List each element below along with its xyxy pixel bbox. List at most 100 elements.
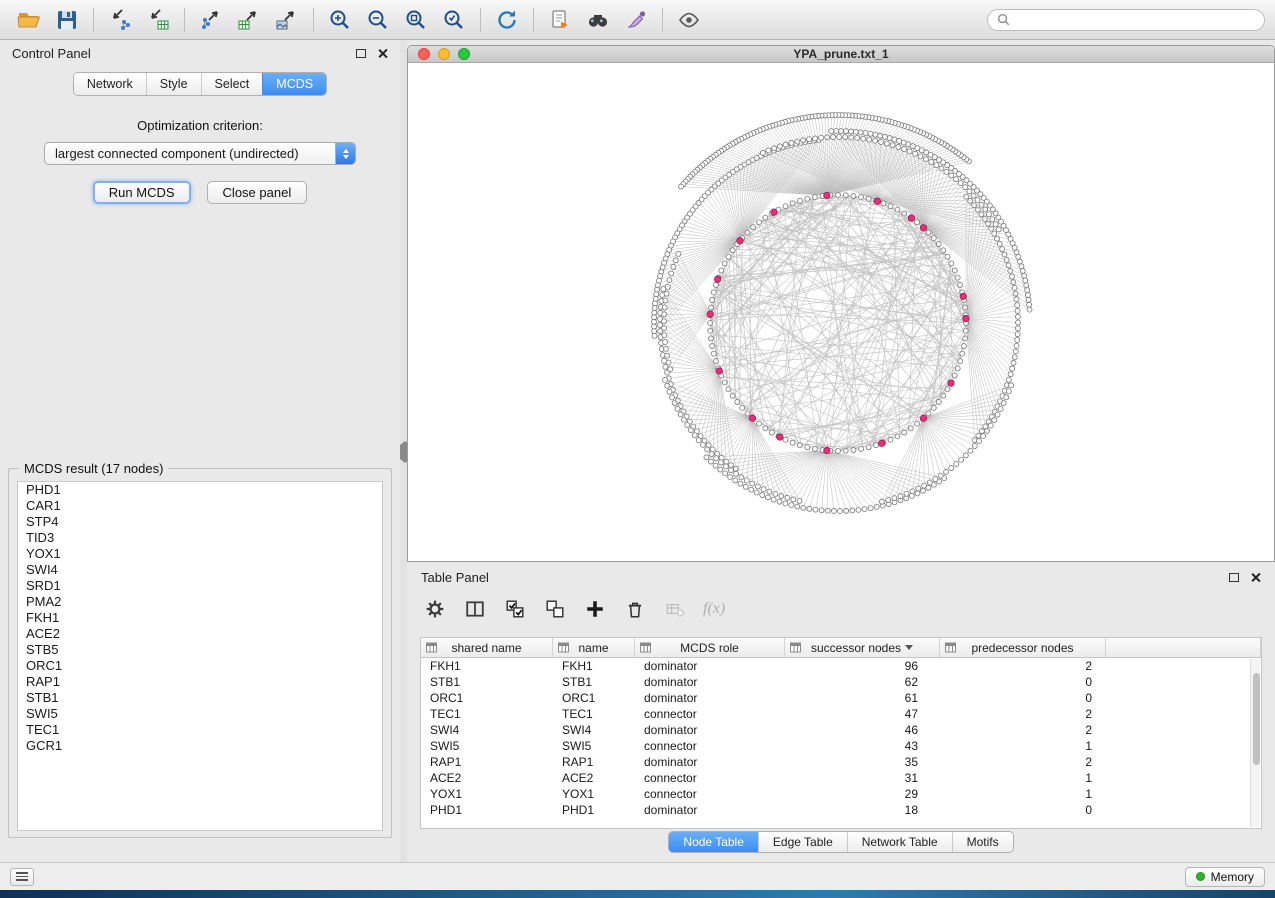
memory-label: Memory	[1211, 870, 1254, 884]
attribute-grid-icon	[426, 642, 437, 653]
columns-icon	[465, 599, 485, 619]
tab-mcds[interactable]: MCDS	[262, 73, 326, 95]
select-all-button[interactable]	[503, 597, 527, 621]
criterion-dropdown[interactable]: largest connected component (undirected)	[44, 142, 356, 165]
mcds-result-item[interactable]: SWI4	[18, 562, 382, 578]
close-table-panel-icon[interactable]	[1250, 572, 1261, 583]
mcds-result-item[interactable]: ACE2	[18, 626, 382, 642]
zoom-fit-button[interactable]	[397, 4, 435, 36]
tab-style[interactable]: Style	[146, 73, 201, 95]
show-columns-button[interactable]	[463, 597, 487, 621]
export-table-button[interactable]	[230, 4, 268, 36]
table-toolbar: f(x)	[407, 589, 1275, 629]
control-panel-tabs: Network Style Select MCDS	[0, 72, 400, 96]
import-table-button[interactable]	[139, 4, 177, 36]
select-all-icon	[505, 599, 525, 619]
mcds-result-item[interactable]: PHD1	[18, 482, 382, 498]
table-row[interactable]: ACE2 ACE2 connector 31 1	[421, 770, 1261, 786]
memory-button[interactable]: Memory	[1185, 867, 1265, 887]
zoom-fit-icon	[404, 8, 428, 32]
apply-style-button[interactable]	[617, 4, 655, 36]
table-row[interactable]: YOX1 YOX1 connector 29 1	[421, 786, 1261, 802]
gear-icon	[425, 599, 445, 619]
tab-select[interactable]: Select	[201, 73, 263, 95]
search-box[interactable]	[987, 9, 1265, 31]
close-panel-button[interactable]: Close panel	[207, 181, 308, 204]
memory-status-icon	[1196, 872, 1205, 881]
mcds-result-item[interactable]: CAR1	[18, 498, 382, 514]
tab-network-table[interactable]: Network Table	[847, 832, 952, 852]
mcds-result-group: MCDS result (17 nodes) PHD1CAR1STP4TID3Y…	[8, 468, 392, 838]
float-panel-icon[interactable]	[356, 49, 366, 58]
search-input[interactable]	[1016, 13, 1255, 27]
mcds-result-item[interactable]: ORC1	[18, 658, 382, 674]
show-graphics-details-button[interactable]	[670, 4, 708, 36]
column-header-successor-nodes[interactable]: successor nodes	[785, 638, 940, 657]
mcds-result-item[interactable]: RAP1	[18, 674, 382, 690]
mcds-result-item[interactable]: STB5	[18, 642, 382, 658]
add-column-button[interactable]	[583, 597, 607, 621]
table-settings-button[interactable]	[423, 597, 447, 621]
style-brush-icon	[624, 8, 648, 32]
refresh-view-button[interactable]	[488, 4, 526, 36]
open-file-button[interactable]	[10, 4, 48, 36]
network-svg	[408, 63, 1274, 561]
table-row[interactable]: PHD1 PHD1 dominator 18 0	[421, 802, 1261, 818]
mcds-result-item[interactable]: STB1	[18, 690, 382, 706]
mcds-result-item[interactable]: SWI5	[18, 706, 382, 722]
mcds-result-item[interactable]: GCR1	[18, 738, 382, 754]
search-objects-button[interactable]	[579, 4, 617, 36]
table-row[interactable]: RAP1 RAP1 dominator 35 2	[421, 754, 1261, 770]
column-header-predecessor-nodes[interactable]: predecessor nodes	[940, 638, 1106, 657]
trash-icon	[625, 599, 645, 619]
scrollbar-thumb[interactable]	[1253, 673, 1260, 765]
network-window-titlebar[interactable]: YPA_prune.txt_1	[408, 46, 1274, 63]
column-header-mcds-role[interactable]: MCDS role	[635, 638, 785, 657]
task-history-button[interactable]	[10, 868, 34, 886]
table-scrollbar[interactable]	[1250, 659, 1260, 827]
column-header-empty	[1106, 638, 1261, 657]
column-header-shared-name[interactable]: shared name	[421, 638, 553, 657]
table-row[interactable]: STB1 STB1 dominator 62 0	[421, 674, 1261, 690]
float-table-panel-icon[interactable]	[1229, 573, 1239, 582]
import-network-button[interactable]	[101, 4, 139, 36]
table-row[interactable]: SWI5 SWI5 connector 43 1	[421, 738, 1261, 754]
mcds-result-item[interactable]: STP4	[18, 514, 382, 530]
vertical-splitter[interactable]	[400, 40, 407, 862]
splitter-collapse-icons[interactable]	[400, 445, 407, 459]
toolbar-separator	[184, 8, 185, 32]
mcds-result-item[interactable]: SRD1	[18, 578, 382, 594]
tab-network[interactable]: Network	[74, 73, 146, 95]
tab-node-table[interactable]: Node Table	[669, 832, 758, 852]
share-document-button[interactable]	[541, 4, 579, 36]
run-mcds-button[interactable]: Run MCDS	[93, 181, 191, 204]
tab-edge-table[interactable]: Edge Table	[758, 832, 847, 852]
delete-column-button[interactable]	[623, 597, 647, 621]
zoom-in-button[interactable]	[321, 4, 359, 36]
table-row[interactable]: FKH1 FKH1 dominator 96 2	[421, 658, 1261, 674]
export-table-icon	[237, 8, 261, 32]
mcds-result-item[interactable]: FKH1	[18, 610, 382, 626]
tab-motifs[interactable]: Motifs	[952, 832, 1013, 852]
right-region: YPA_prune.txt_1 Table Panel	[407, 40, 1275, 862]
zoom-out-button[interactable]	[359, 4, 397, 36]
export-image-button[interactable]	[268, 4, 306, 36]
table-row[interactable]: TEC1 TEC1 connector 47 2	[421, 706, 1261, 722]
close-panel-icon[interactable]	[377, 48, 388, 59]
toolbar-separator	[480, 8, 481, 32]
table-row[interactable]: SWI4 SWI4 dominator 46 2	[421, 722, 1261, 738]
mcds-result-item[interactable]: TEC1	[18, 722, 382, 738]
table-row[interactable]: ORC1 ORC1 dominator 61 0	[421, 690, 1261, 706]
deselect-all-button[interactable]	[543, 597, 567, 621]
mcds-result-item[interactable]: TID3	[18, 530, 382, 546]
zoom-selected-button[interactable]	[435, 4, 473, 36]
column-header-name[interactable]: name	[553, 638, 635, 657]
toolbar-separator	[533, 8, 534, 32]
export-network-button[interactable]	[192, 4, 230, 36]
network-canvas[interactable]	[408, 63, 1274, 561]
mcds-result-list[interactable]: PHD1CAR1STP4TID3YOX1SWI4SRD1PMA2FKH1ACE2…	[17, 481, 383, 831]
mcds-result-item[interactable]: YOX1	[18, 546, 382, 562]
mcds-result-item[interactable]: PMA2	[18, 594, 382, 610]
control-panel-header: Control Panel	[0, 40, 400, 66]
save-session-button[interactable]	[48, 4, 86, 36]
